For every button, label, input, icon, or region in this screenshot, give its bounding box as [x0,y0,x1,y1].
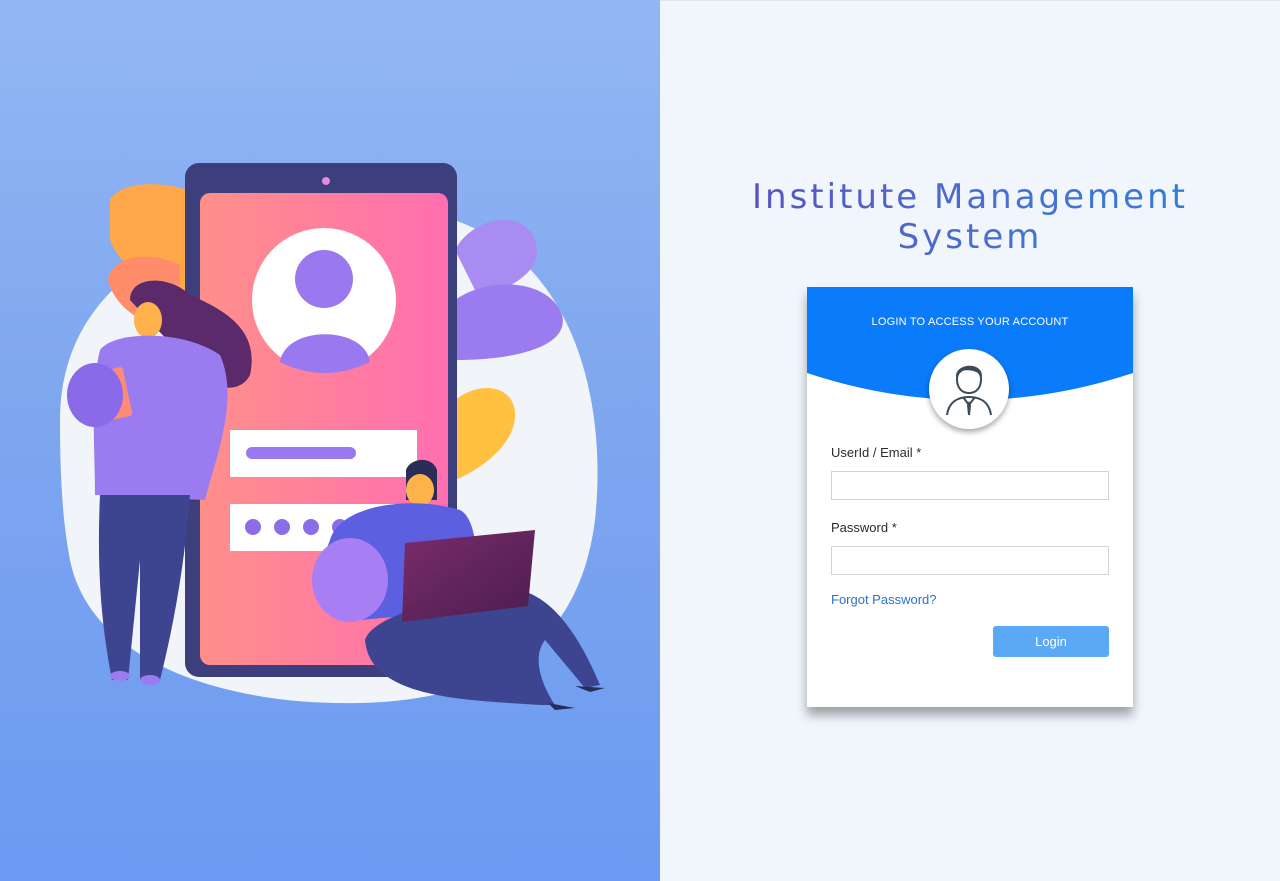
login-illustration [60,163,605,710]
phone-camera [322,177,330,185]
app-title: Institute Management System [720,177,1220,257]
login-button[interactable]: Login [993,626,1109,657]
login-card: LOGIN TO ACCESS YOUR ACCOUNT UserId / Em… [807,287,1133,707]
user-avatar-icon [929,349,1009,429]
login-panel: Institute Management System LOGIN TO ACC… [660,0,1280,881]
password-label: Password * [831,520,897,535]
forgot-password-link[interactable]: Forgot Password? [831,592,937,607]
profile-head [295,250,353,308]
card-header-title: LOGIN TO ACCESS YOUR ACCOUNT [871,316,1069,328]
illustration-panel [0,0,660,881]
userid-input[interactable] [831,471,1109,500]
userid-label: UserId / Email * [831,445,922,460]
password-input[interactable] [831,546,1109,575]
